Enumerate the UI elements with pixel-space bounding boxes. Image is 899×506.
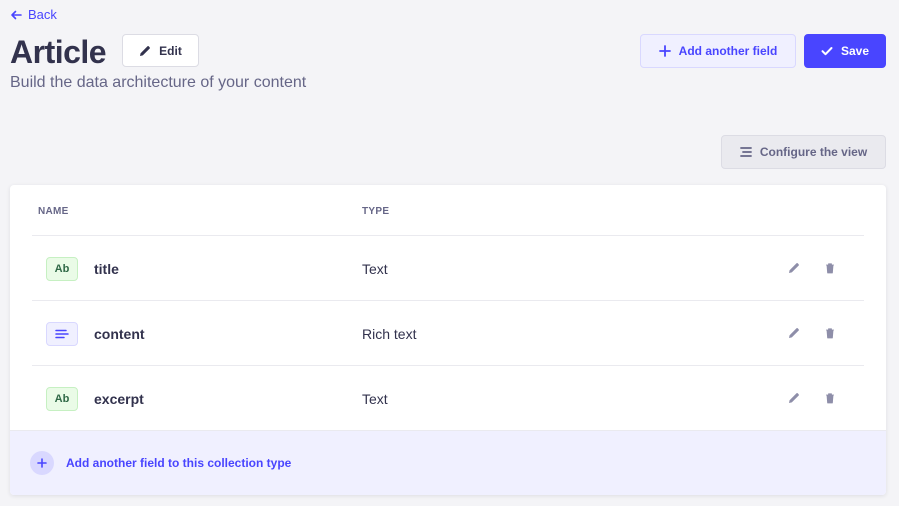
- arrow-left-icon: [11, 10, 22, 19]
- pencil-icon: [140, 45, 151, 56]
- add-field-to-collection-label: Add another field to this collection typ…: [66, 456, 292, 470]
- edit-label: Edit: [159, 43, 182, 58]
- text-icon: Ab: [46, 257, 78, 281]
- plus-circle-icon: [30, 451, 54, 475]
- edit-field-button[interactable]: [787, 326, 801, 340]
- table-header: NAME TYPE: [32, 185, 864, 236]
- field-type: Text: [362, 391, 388, 407]
- column-header-type: TYPE: [362, 206, 390, 217]
- save-button[interactable]: Save: [804, 34, 886, 68]
- back-label: Back: [28, 7, 57, 22]
- column-header-name: NAME: [38, 206, 69, 217]
- trash-icon: [826, 393, 834, 404]
- trash-icon: [826, 328, 834, 339]
- page-title: Article: [10, 34, 107, 70]
- field-type: Rich text: [362, 326, 417, 342]
- check-icon: [821, 47, 833, 56]
- field-name: content: [94, 326, 145, 342]
- field-name: excerpt: [94, 391, 144, 407]
- edit-field-button[interactable]: [787, 391, 801, 405]
- field-name: title: [94, 261, 119, 277]
- add-field-label: Add another field: [678, 44, 778, 58]
- table-row: Ab title Text: [32, 236, 864, 301]
- field-type: Text: [362, 261, 388, 277]
- delete-field-button[interactable]: [823, 326, 837, 340]
- back-link[interactable]: Back: [10, 7, 57, 22]
- richtext-icon: [46, 322, 78, 346]
- pencil-icon: [789, 393, 799, 403]
- list-settings-icon: [739, 147, 752, 157]
- pencil-icon: [789, 263, 799, 273]
- configure-view-button[interactable]: Configure the view: [721, 135, 886, 169]
- delete-field-button[interactable]: [823, 391, 837, 405]
- pencil-icon: [789, 328, 799, 338]
- save-label: Save: [840, 44, 870, 58]
- add-field-to-collection-button[interactable]: Add another field to this collection typ…: [10, 430, 886, 495]
- edit-field-button[interactable]: [787, 261, 801, 275]
- delete-field-button[interactable]: [823, 261, 837, 275]
- configure-view-label: Configure the view: [759, 145, 868, 159]
- page-subtitle: Build the data architecture of your cont…: [10, 74, 307, 91]
- edit-button[interactable]: Edit: [122, 34, 199, 67]
- table-row: content Rich text: [32, 301, 864, 366]
- fields-card: NAME TYPE Ab title Text content Rich tex…: [10, 185, 886, 495]
- text-icon: Ab: [46, 387, 78, 411]
- trash-icon: [826, 263, 834, 274]
- table-row: Ab excerpt Text: [32, 366, 864, 431]
- plus-icon: [658, 45, 671, 57]
- add-field-button[interactable]: Add another field: [640, 34, 796, 68]
